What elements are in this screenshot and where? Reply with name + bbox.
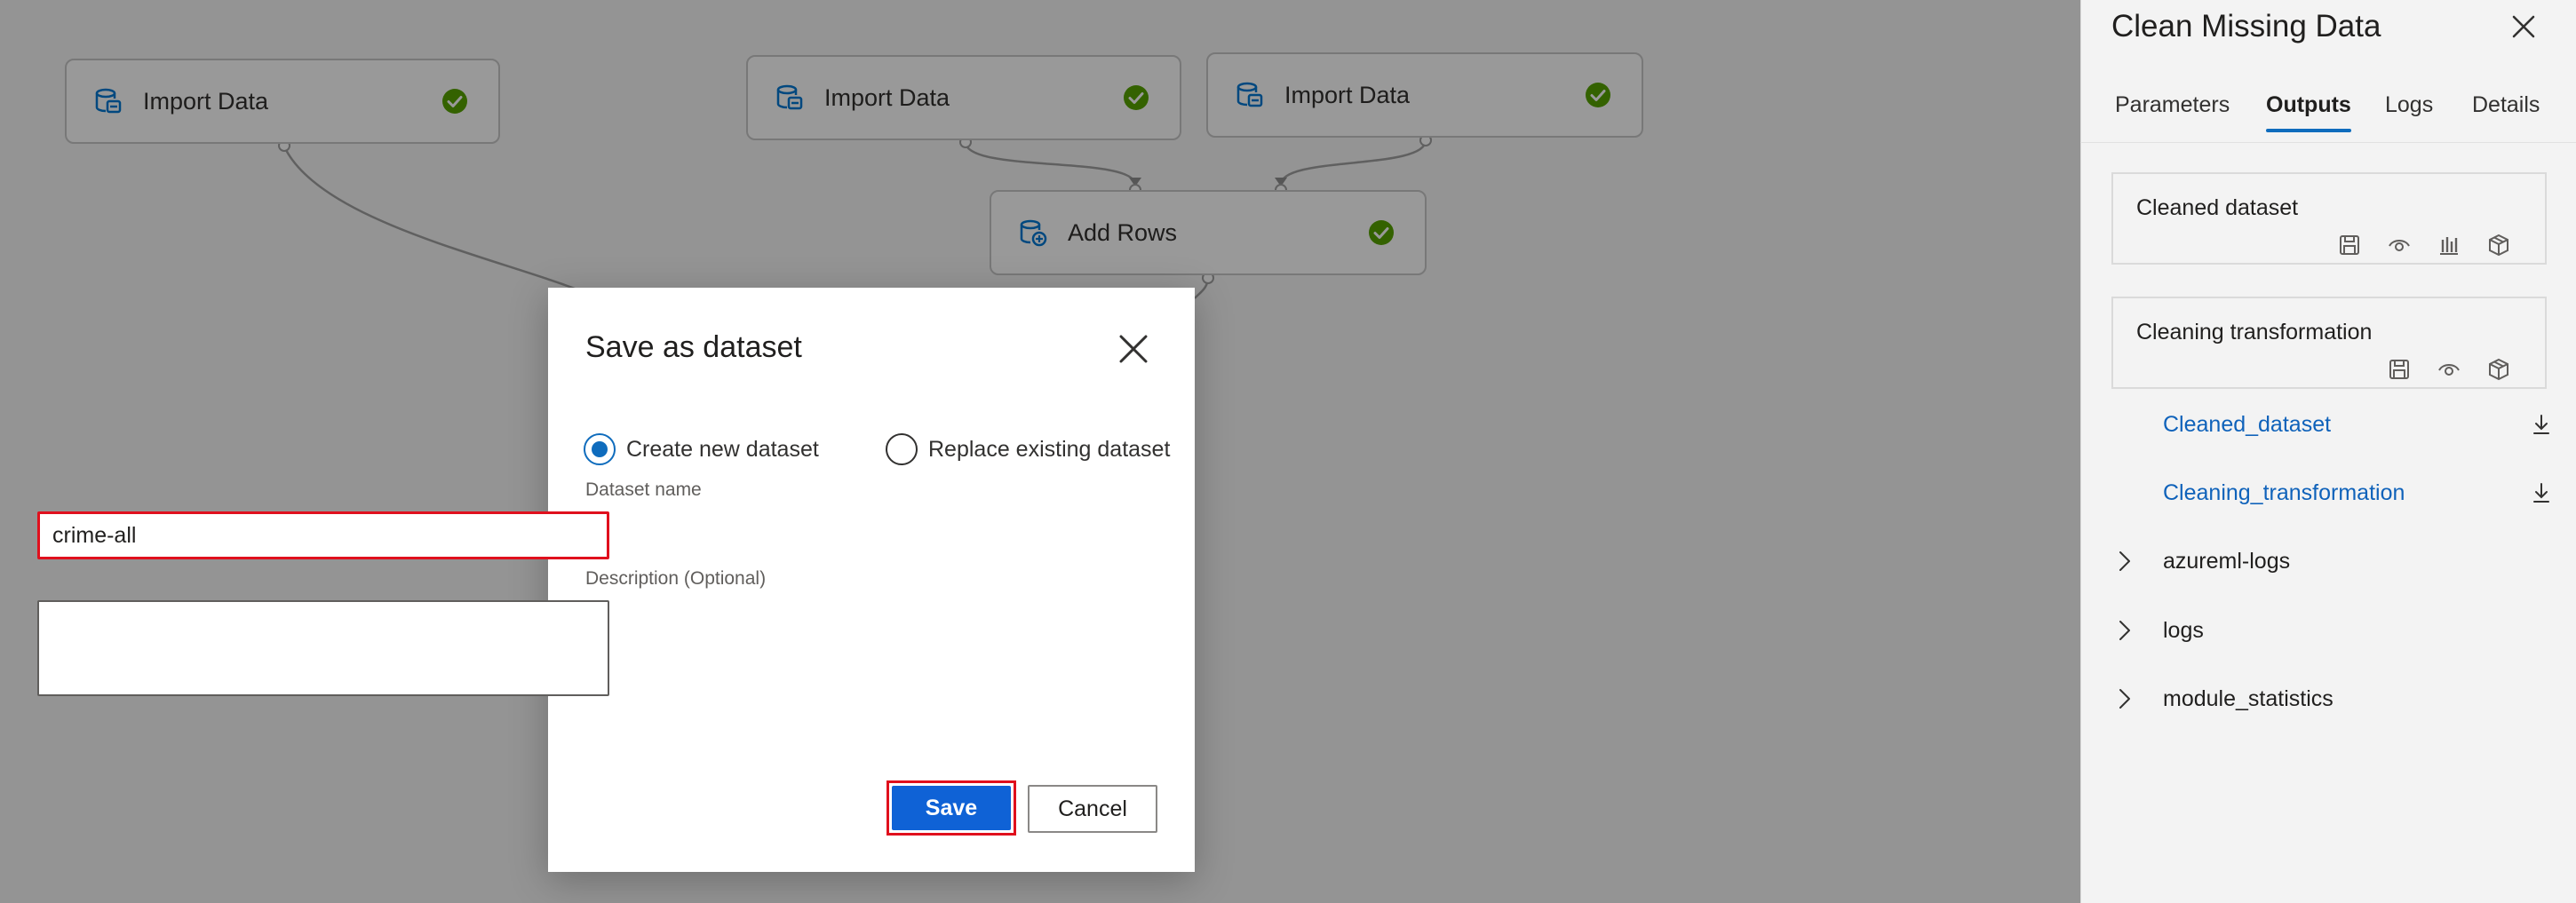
dataset-name-label: Dataset name [585,479,702,500]
folder-name: logs [2163,617,2204,643]
module-details-panel: Clean Missing Data Parameters Outputs Lo… [2080,0,2576,903]
dialog-title: Save as dataset [585,330,802,364]
description-label: Description (Optional) [585,568,767,589]
folder-row-module-statistics[interactable]: module_statistics [2111,679,2547,718]
save-icon[interactable] [2337,233,2362,257]
output-card-actions [2387,357,2511,382]
output-file-row: Cleaned_dataset [2163,407,2554,442]
folder-row-logs[interactable]: logs [2111,611,2547,650]
output-card-cleaned-dataset: Cleaned dataset [2111,172,2547,265]
radio-create-new-dataset[interactable]: Create new dataset [584,433,819,465]
output-card-title: Cleaning transformation [2136,320,2373,345]
output-card-cleaning-transformation: Cleaning transformation [2111,297,2547,389]
folder-row-azureml-logs[interactable]: azureml-logs [2111,542,2547,581]
cube-icon[interactable] [2486,233,2511,257]
description-input[interactable] [37,600,609,696]
chevron-right-icon [2119,689,2130,709]
download-icon[interactable] [2529,412,2554,437]
save-button[interactable]: Save [892,786,1011,830]
cancel-button[interactable]: Cancel [1028,785,1157,833]
tab-logs[interactable]: Logs [2385,92,2433,132]
folder-name: azureml-logs [2163,548,2291,574]
tab-divider [2080,142,2576,143]
panel-title: Clean Missing Data [2111,9,2381,44]
output-file-row: Cleaning_transformation [2163,475,2554,511]
output-card-actions [2337,233,2511,257]
output-card-title: Cleaned dataset [2136,195,2299,220]
close-icon[interactable] [1111,327,1156,371]
download-icon[interactable] [2529,480,2554,505]
cube-icon[interactable] [2486,357,2511,382]
tab-parameters[interactable]: Parameters [2115,92,2230,132]
chevron-right-icon [2119,621,2130,640]
chevron-right-icon [2119,551,2130,571]
eye-icon[interactable] [2437,357,2461,382]
tab-outputs[interactable]: Outputs [2266,92,2351,132]
tab-details[interactable]: Details [2472,92,2540,132]
radio-button-unchecked[interactable] [886,433,918,465]
app-root: Import Data Import Data Import Data Add … [0,0,2576,903]
bar-chart-icon[interactable] [2437,233,2461,257]
save-icon[interactable] [2387,357,2412,382]
save-button-highlight: Save [886,780,1016,836]
close-icon[interactable] [2506,9,2541,44]
radio-label: Create new dataset [626,436,819,462]
radio-replace-existing-dataset[interactable]: Replace existing dataset [886,433,1170,465]
eye-icon[interactable] [2387,233,2412,257]
dataset-name-input[interactable] [37,511,609,559]
folder-name: module_statistics [2163,685,2334,711]
output-file-link[interactable]: Cleaning_transformation [2163,480,2529,506]
radio-label: Replace existing dataset [928,436,1171,462]
radio-button-checked[interactable] [584,433,616,465]
output-file-link[interactable]: Cleaned_dataset [2163,412,2529,438]
